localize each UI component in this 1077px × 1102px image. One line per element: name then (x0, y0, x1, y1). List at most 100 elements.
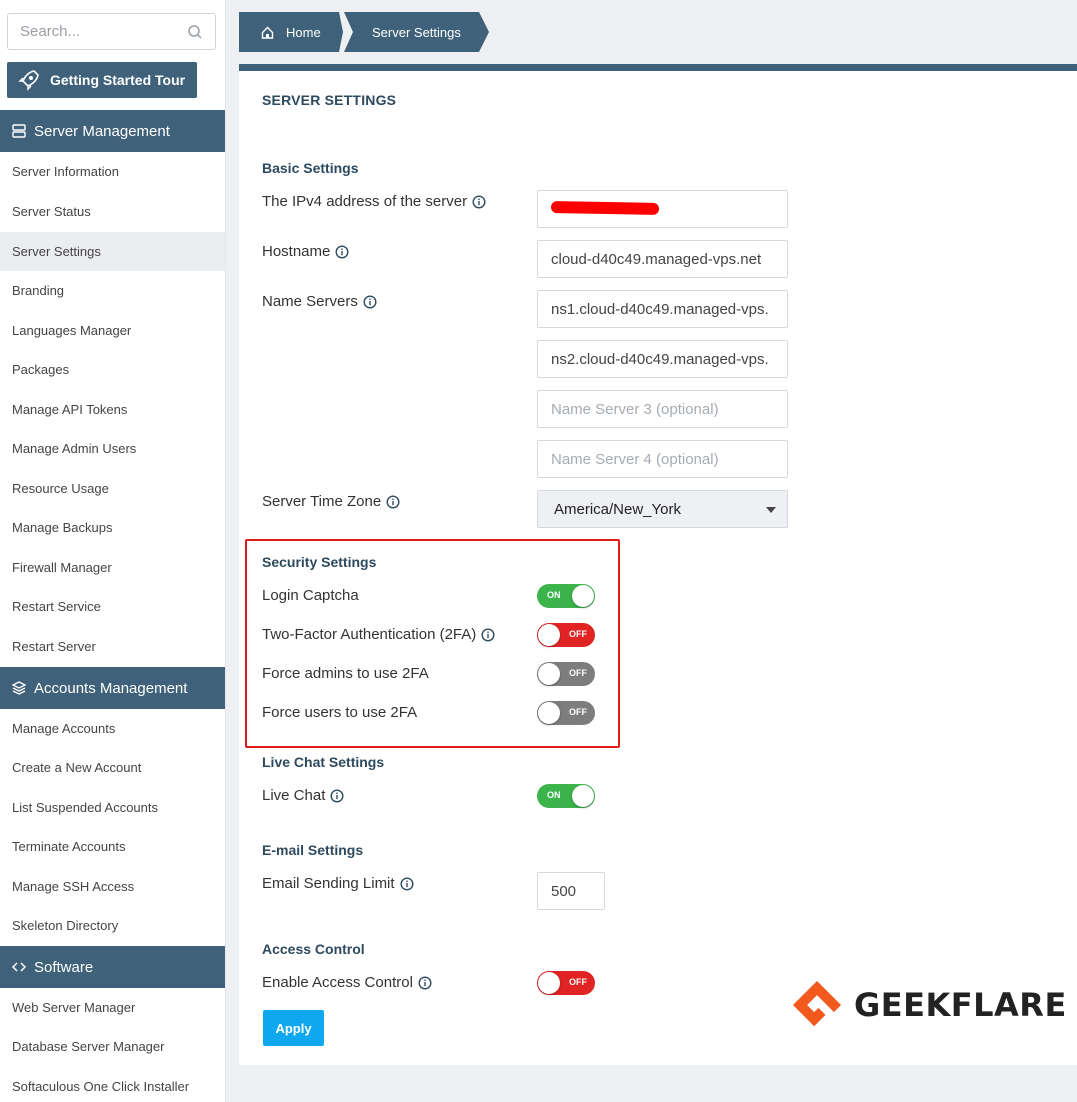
breadcrumb-home[interactable]: Home (239, 12, 343, 52)
access-control-label-text: Enable Access Control (262, 974, 413, 991)
section-server-management[interactable]: Server Management (0, 110, 225, 152)
nav-item-terminate-accounts[interactable]: Terminate Accounts (0, 827, 225, 866)
geekflare-logo: GEEKFLARE (790, 978, 1067, 1032)
nav-item-manage-admin-users[interactable]: Manage Admin Users (0, 429, 225, 468)
nav-item-create-account[interactable]: Create a New Account (0, 748, 225, 787)
nav-item-manage-api-tokens[interactable]: Manage API Tokens (0, 390, 225, 429)
nav-item-server-status[interactable]: Server Status (0, 192, 225, 231)
basic-settings-heading: Basic Settings (262, 160, 359, 176)
force-admins-label: Force admins to use 2FA (262, 665, 429, 682)
search-icon[interactable] (187, 24, 203, 40)
live-chat-toggle[interactable]: ON (537, 784, 595, 808)
toggle-state: ON (547, 790, 561, 800)
twofa-label-text: Two-Factor Authentication (2FA) (262, 626, 477, 643)
nav-item-skeleton-directory[interactable]: Skeleton Directory (0, 906, 225, 945)
nav-item-web-server-manager[interactable]: Web Server Manager (0, 988, 225, 1027)
force-admins-label-text: Force admins to use 2FA (262, 665, 429, 682)
force-users-label: Force users to use 2FA (262, 704, 417, 721)
login-captcha-label: Login Captcha (262, 587, 359, 604)
toggle-knob (572, 785, 594, 807)
search-input[interactable] (8, 14, 183, 49)
info-icon[interactable] (400, 876, 414, 891)
nav-item-manage-ssh-access[interactable]: Manage SSH Access (0, 867, 225, 906)
breadcrumb-current-label: Server Settings (372, 24, 461, 40)
toggle-state: ON (547, 590, 561, 600)
email-sending-limit-field[interactable] (537, 872, 605, 910)
force-admins-2fa-toggle[interactable]: OFF (537, 662, 595, 686)
chevron-down-icon (766, 507, 776, 513)
info-icon[interactable] (472, 194, 486, 209)
nav-item-languages-manager[interactable]: Languages Manager (0, 311, 225, 350)
redaction-mark (550, 201, 660, 215)
live-chat-label: Live Chat (262, 787, 344, 804)
hostname-field[interactable] (537, 240, 788, 278)
getting-started-tour-button[interactable]: Getting Started Tour (7, 62, 197, 98)
nav-item-manage-accounts[interactable]: Manage Accounts (0, 709, 225, 748)
timezone-label: Server Time Zone (262, 493, 400, 510)
toggle-state: OFF (569, 707, 587, 717)
info-icon[interactable] (330, 788, 344, 803)
hostname-label-text: Hostname (262, 243, 331, 260)
breadcrumb-home-label: Home (286, 24, 321, 40)
nav-item-manage-backups[interactable]: Manage Backups (0, 508, 225, 547)
info-icon[interactable] (386, 494, 400, 509)
force-users-2fa-toggle[interactable]: OFF (537, 701, 595, 725)
nav-item-softaculous[interactable]: Softaculous One Click Installer (0, 1067, 225, 1102)
access-control-label: Enable Access Control (262, 974, 432, 991)
toggle-knob (538, 624, 560, 646)
nav-item-branding[interactable]: Branding (0, 271, 225, 310)
email-limit-label: Email Sending Limit (262, 875, 414, 892)
sidebar: Getting Started Tour Server Management S… (0, 0, 226, 1102)
name-server-2-field[interactable] (537, 340, 788, 378)
section-title: Server Management (34, 122, 170, 140)
nav-item-list-suspended-accounts[interactable]: List Suspended Accounts (0, 788, 225, 827)
section-software[interactable]: Software (0, 946, 225, 988)
section-accounts-management[interactable]: Accounts Management (0, 667, 225, 709)
info-icon[interactable] (335, 244, 349, 259)
twofa-toggle[interactable]: OFF (537, 623, 595, 647)
login-captcha-toggle[interactable]: ON (537, 584, 595, 608)
search-box[interactable] (7, 13, 216, 50)
timezone-value: America/New_York (554, 500, 681, 518)
live-chat-heading: Live Chat Settings (262, 754, 385, 770)
rocket-icon (18, 70, 39, 91)
toggle-state: OFF (569, 668, 587, 678)
nav-item-restart-server[interactable]: Restart Server (0, 627, 225, 666)
access-control-heading: Access Control (262, 941, 365, 957)
apply-button[interactable]: Apply (263, 1010, 324, 1046)
nav-item-firewall-manager[interactable]: Firewall Manager (0, 548, 225, 587)
access-control-toggle[interactable]: OFF (537, 971, 595, 995)
geekflare-logo-icon (792, 980, 842, 1027)
ip-label-text: The IPv4 address of the server (262, 193, 468, 210)
live-chat-label-text: Live Chat (262, 787, 326, 804)
timezone-select[interactable]: America/New_York (537, 490, 788, 528)
name-server-3-field[interactable] (537, 390, 788, 428)
nav-item-packages[interactable]: Packages (0, 350, 225, 389)
server-icon (12, 124, 26, 138)
ip-label: The IPv4 address of the server (262, 193, 486, 210)
breadcrumb-current: Server Settings (344, 12, 489, 52)
toggle-state: OFF (569, 629, 587, 639)
info-icon[interactable] (418, 975, 432, 990)
toggle-knob (538, 702, 560, 724)
info-icon[interactable] (481, 627, 495, 642)
layers-icon (12, 681, 26, 695)
section-title: Software (34, 958, 94, 976)
nav-item-database-server-manager[interactable]: Database Server Manager (0, 1027, 225, 1066)
toggle-knob (572, 585, 594, 607)
nav-item-restart-service[interactable]: Restart Service (0, 587, 225, 626)
name-server-1-field[interactable] (537, 290, 788, 328)
twofa-label: Two-Factor Authentication (2FA) (262, 626, 495, 643)
timezone-label-text: Server Time Zone (262, 493, 382, 510)
nav-item-resource-usage[interactable]: Resource Usage (0, 469, 225, 508)
breadcrumb: Home Server Settings (239, 12, 489, 52)
nav-item-server-information[interactable]: Server Information (0, 152, 225, 191)
force-users-label-text: Force users to use 2FA (262, 704, 418, 721)
toggle-knob (538, 663, 560, 685)
code-icon (12, 962, 26, 972)
name-servers-label: Name Servers (262, 293, 377, 310)
server-settings-panel: SERVER SETTINGS Basic Settings The IPv4 … (239, 64, 1077, 1065)
info-icon[interactable] (363, 294, 377, 309)
name-server-4-field[interactable] (537, 440, 788, 478)
nav-item-server-settings[interactable]: Server Settings (0, 232, 225, 271)
